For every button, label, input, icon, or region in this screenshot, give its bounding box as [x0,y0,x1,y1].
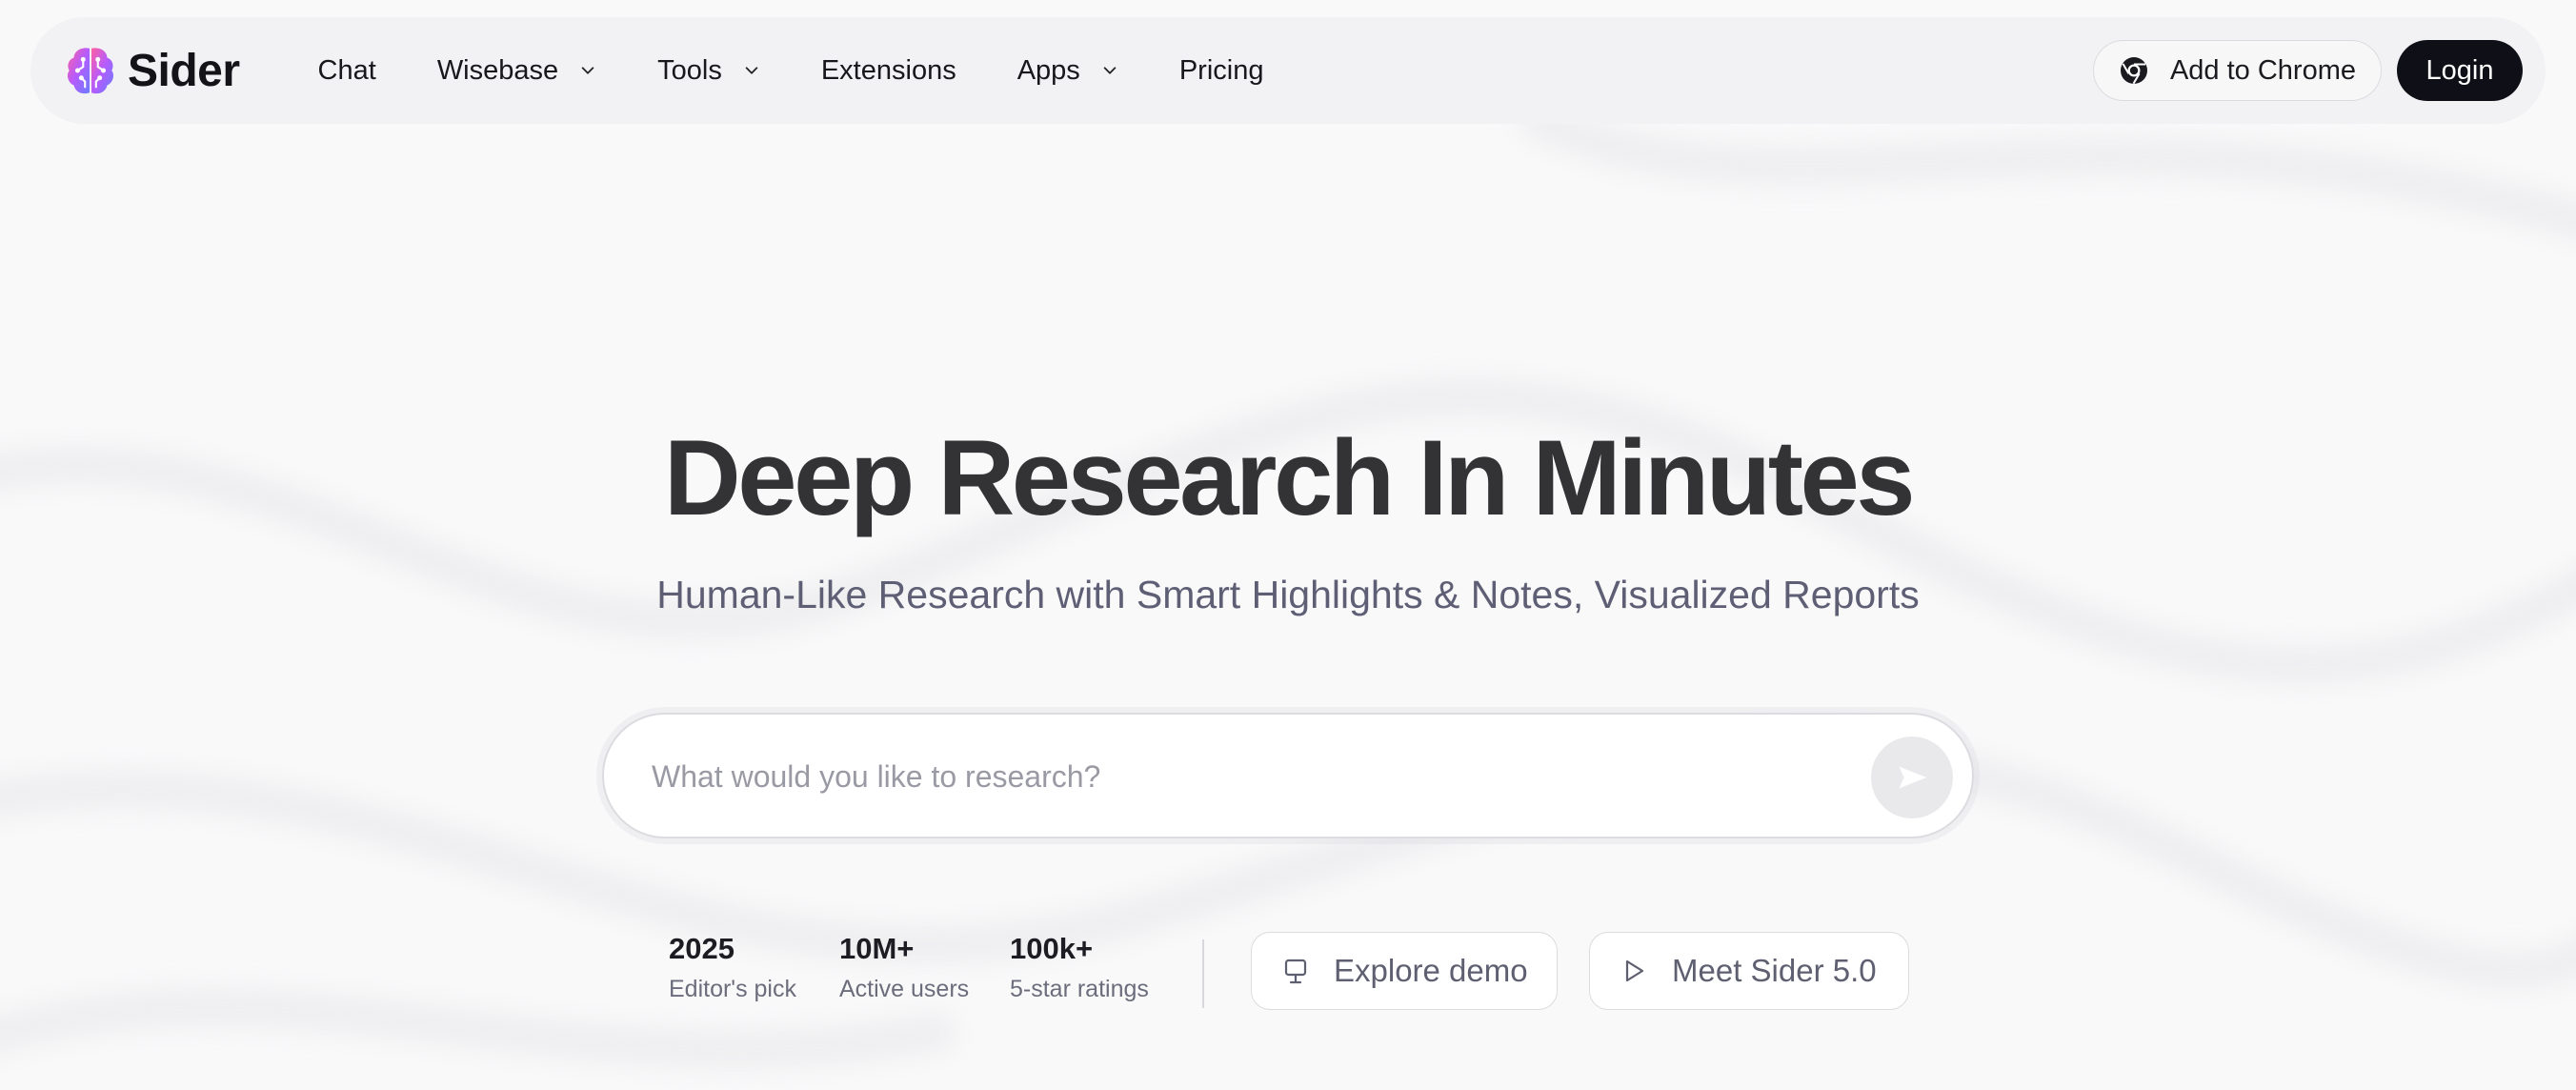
stat-label: Active users [839,976,970,1002]
meet-sider-button[interactable]: Meet Sider 5.0 [1589,932,1909,1010]
nav-item-label: Apps [1016,54,1080,86]
play-icon [1625,959,1644,982]
send-button[interactable] [1871,737,1953,818]
login-button[interactable]: Login [2397,40,2523,101]
stats-row: 2025 Editor's pick 10M+ Active users 100… [0,932,2576,1046]
stat-value: 100k+ [1010,932,1094,965]
page-subtitle: Human-Like Research with Smart Highlight… [656,573,1920,616]
nav-item-label: Pricing [1178,54,1264,86]
nav-item-label: Chat [317,54,376,86]
explore-demo-label: Explore demo [1334,953,1528,988]
nav-item-apps[interactable]: Apps [1017,55,1118,87]
add-to-chrome-label: Add to Chrome [2169,54,2356,86]
nav-actions: Add to Chrome Login [2092,40,2523,101]
nav-item-wisebase[interactable]: Wisebase [437,55,596,87]
stat-label: 5-star ratings [1010,976,1149,1002]
research-search-box [602,713,1974,838]
chevron-down-icon [745,67,758,74]
brand-logo[interactable]: Sider [63,43,240,98]
stat-editors-pick: 2025 Editor's pick [669,932,796,1003]
chevron-down-icon [581,67,594,74]
nav-item-label: Tools [657,54,722,86]
stat-value: 10M+ [839,932,915,965]
nav-links: Chat Wisebase Tools Extensions Apps Pric… [318,55,1325,87]
add-to-chrome-button[interactable]: Add to Chrome [2092,40,2382,101]
explore-demo-button[interactable]: Explore demo [1251,932,1558,1010]
research-input[interactable] [650,715,1844,838]
stat-value: 2025 [669,932,735,965]
nav-item-label: Extensions [820,54,956,86]
nav-item-pricing[interactable]: Pricing [1179,55,1264,87]
stat-active-users: 10M+ Active users [839,932,969,1003]
meet-sider-label: Meet Sider 5.0 [1672,953,1877,988]
stat-ratings: 100k+ 5-star ratings [1010,932,1149,1003]
nav-item-extensions[interactable]: Extensions [821,55,956,87]
brand-name: Sider [128,45,240,96]
chrome-icon [2120,57,2147,85]
chevron-down-icon [1103,67,1117,74]
background-waves [0,97,2576,1068]
divider [1202,939,1204,1008]
page-title: Deep Research In Minutes [663,418,1916,537]
stat-label: Editor's pick [669,976,796,1002]
nav-item-chat[interactable]: Chat [318,55,376,87]
nav-item-tools[interactable]: Tools [657,55,760,87]
nav-item-label: Wisebase [436,54,559,86]
presentation-board-icon [1284,959,1307,984]
send-icon [1899,766,1927,789]
brain-icon [68,48,113,94]
top-navigation-bar: Sider Chat Wisebase Tools Extensions App… [30,17,2546,124]
